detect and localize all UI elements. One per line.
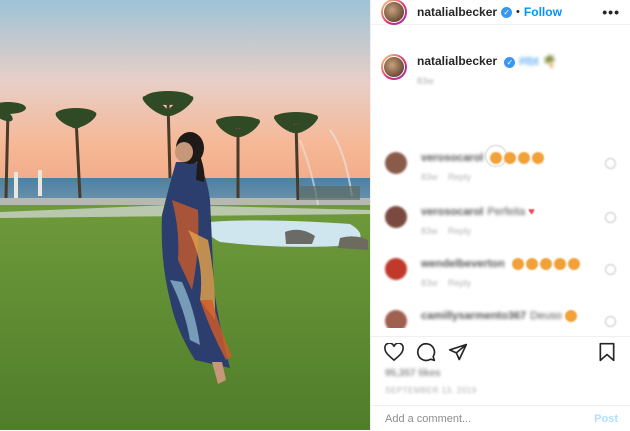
comment-like-icon[interactable] bbox=[605, 316, 616, 327]
comment-bubble-icon[interactable] bbox=[415, 341, 437, 363]
action-bar bbox=[371, 336, 630, 367]
post-side-panel: natalialbecker ✓ • Follow ••• natalialbe… bbox=[370, 0, 630, 430]
comment-text: Deuso bbox=[530, 310, 562, 322]
author-avatar[interactable] bbox=[381, 0, 407, 25]
post-date: SEPTEMBER 13, 2019 bbox=[385, 386, 477, 395]
comment-meta[interactable]: 83w Reply bbox=[421, 278, 616, 288]
caption-timestamp: 83w bbox=[417, 76, 434, 86]
comment-row: verosocarol 83w Reply bbox=[385, 152, 616, 182]
commenter-username[interactable]: verosocarol bbox=[421, 206, 483, 218]
emoji-icon bbox=[539, 258, 552, 270]
comment-row: camillysarmento367 Deuso bbox=[385, 310, 616, 328]
header-separator: • bbox=[516, 6, 520, 18]
post-header: natalialbecker ✓ • Follow ••• bbox=[371, 0, 630, 25]
commenter-avatar[interactable] bbox=[385, 206, 407, 228]
comments-section[interactable]: natalialbecker ✓ #tbt 🌴 83w + verosocaro… bbox=[371, 42, 630, 328]
comment-row: verosocarol Perfeita ♥ 83w Reply bbox=[385, 206, 616, 236]
heart-emoji-icon: ♥ bbox=[528, 206, 535, 218]
paper-plane-icon[interactable] bbox=[447, 341, 469, 363]
emoji-icon bbox=[532, 152, 545, 164]
likes-count[interactable]: 95,357 likes bbox=[385, 368, 441, 379]
comment-like-icon[interactable] bbox=[605, 212, 616, 223]
emoji-icon bbox=[564, 310, 577, 322]
comment-row: wendelbeverton 83w Reply bbox=[385, 258, 616, 288]
instagram-post-view: natalialbecker ✓ • Follow ••• natalialbe… bbox=[0, 0, 630, 430]
emoji-icon bbox=[504, 152, 517, 164]
bookmark-icon[interactable] bbox=[596, 341, 618, 363]
author-username[interactable]: natalialbecker bbox=[417, 5, 497, 19]
emoji-icon bbox=[511, 258, 524, 270]
emoji-icon bbox=[490, 152, 503, 164]
post-photo[interactable] bbox=[0, 0, 370, 430]
verified-badge-icon: ✓ bbox=[504, 57, 516, 68]
heart-outline-icon[interactable] bbox=[383, 341, 405, 363]
caption-author-avatar[interactable] bbox=[381, 54, 407, 80]
emoji-icon bbox=[518, 152, 531, 164]
caption-username[interactable]: natalialbecker bbox=[417, 54, 497, 68]
caption-row: natalialbecker ✓ #tbt 🌴 83w bbox=[371, 42, 630, 86]
post-comment-button[interactable]: Post bbox=[594, 413, 618, 425]
commenter-avatar[interactable] bbox=[385, 258, 407, 280]
add-comment-input[interactable] bbox=[383, 411, 595, 426]
commenter-avatar[interactable] bbox=[385, 152, 407, 174]
comment-meta[interactable]: 83w Reply bbox=[421, 172, 616, 182]
beach-photo-image bbox=[0, 0, 370, 430]
commenter-avatar[interactable] bbox=[385, 310, 407, 328]
emoji-icon bbox=[553, 258, 566, 270]
verified-badge-icon: ✓ bbox=[501, 6, 513, 18]
comment-like-icon[interactable] bbox=[605, 158, 616, 169]
more-options-icon[interactable]: ••• bbox=[602, 4, 620, 20]
comment-text: Perfeita bbox=[487, 206, 526, 218]
caption-emoji: 🌴 bbox=[542, 54, 558, 68]
commenter-username[interactable]: wendelbeverton bbox=[421, 258, 505, 270]
add-comment-bar: Post bbox=[371, 405, 630, 431]
follow-button[interactable]: Follow bbox=[524, 5, 562, 19]
commenter-username[interactable]: camillysarmento367 bbox=[421, 310, 526, 322]
emoji-icon bbox=[567, 258, 580, 270]
comment-like-icon[interactable] bbox=[605, 264, 616, 275]
caption-hashtag[interactable]: #tbt bbox=[519, 54, 539, 68]
comment-meta[interactable]: 83w Reply bbox=[421, 226, 616, 236]
commenter-username[interactable]: verosocarol bbox=[421, 152, 483, 164]
emoji-icon bbox=[525, 258, 538, 270]
